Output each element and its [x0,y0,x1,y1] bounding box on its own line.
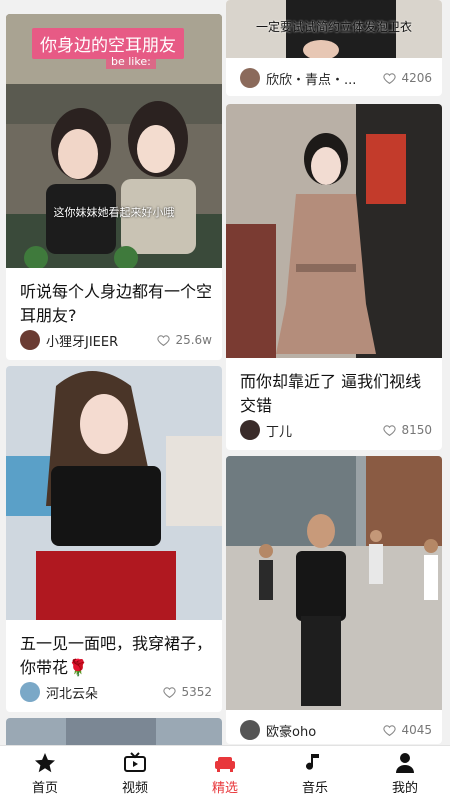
like-count[interactable]: 4206 [383,71,432,85]
card-meta: 丁儿 8150 [240,418,432,442]
like-count[interactable]: 5352 [163,685,212,699]
like-count-value: 25.6w [175,333,212,347]
overlay-subtitle: be like: [106,54,156,69]
video-card-4[interactable]: 五一见一面吧，我穿裙子，你带花🌹 河北云朵 5352 [6,366,222,712]
card-meta: 欣欣・青点・... 4206 [240,66,432,90]
avatar[interactable] [240,68,260,88]
avatar[interactable] [240,720,260,740]
heart-icon [383,72,397,84]
tab-featured[interactable]: 精选 [180,746,270,801]
video-thumbnail: 一定要试试简约立体发泡卫衣 [226,0,442,58]
like-count-value: 4206 [401,71,432,85]
feed: 你身边的空耳朋友 be like: 这你妹妹她看起来好小哦 听说每个人身边都有一… [0,0,450,745]
heart-icon [383,724,397,736]
video-card-5[interactable]: 欧豪oho 4045 [226,456,442,744]
avatar[interactable] [20,682,40,702]
like-count[interactable]: 8150 [383,423,432,437]
tab-label: 我的 [391,781,418,796]
tab-label: 音乐 [301,781,328,796]
video-overlay-text: 一定要试试简约立体发泡卫衣 [255,20,412,34]
video-card-2[interactable]: 一定要试试简约立体发泡卫衣 欣欣・青点・... 4206 [226,0,442,96]
avatar[interactable] [240,420,260,440]
tv-icon [124,752,146,772]
like-count-value: 8150 [401,423,432,437]
tab-video[interactable]: 视频 [90,746,180,801]
tab-music[interactable]: 音乐 [270,746,360,801]
card-meta: 河北云朵 5352 [20,680,212,704]
like-count-value: 4045 [401,723,432,737]
sofa-icon [215,757,235,772]
heart-icon [383,424,397,436]
card-meta: 小狸牙JIEER 25.6w [20,328,212,352]
tab-home[interactable]: 首页 [0,746,90,801]
tab-label: 视频 [121,781,148,796]
video-caption: 听说每个人身边都有一个空耳朋友? [20,282,213,325]
tab-label: 精选 [211,781,238,796]
author-name[interactable]: 欧豪oho [266,721,383,740]
video-card-3[interactable]: 而你却靠近了 逼我们视线交错 丁儿 8150 [226,104,442,450]
video-thumbnail [226,456,442,710]
heart-icon [163,686,177,698]
tab-mine[interactable]: 我的 [360,746,450,801]
video-thumbnail [6,718,222,745]
video-card-6[interactable] [6,718,222,745]
video-caption: 而你却靠近了 逼我们视线交错 [240,372,422,415]
music-note-icon [306,754,319,770]
person-icon [396,753,414,773]
author-name[interactable]: 小狸牙JIEER [46,331,157,350]
video-caption: 五一见一面吧，我穿裙子，你带花🌹 [20,634,213,677]
video-thumbnail: 你身边的空耳朋友 be like: 这你妹妹她看起来好小哦 [6,14,222,268]
author-name[interactable]: 河北云朵 [46,683,163,702]
avatar[interactable] [20,330,40,350]
like-count[interactable]: 4045 [383,723,432,737]
video-card-1[interactable]: 你身边的空耳朋友 be like: 这你妹妹她看起来好小哦 听说每个人身边都有一… [6,14,222,360]
video-subtitle: 这你妹妹她看起来好小哦 [53,206,175,219]
video-thumbnail [226,104,442,358]
author-name[interactable]: 丁儿 [266,421,383,440]
card-meta: 欧豪oho 4045 [240,718,432,742]
star-home-icon [35,753,55,773]
tab-label: 首页 [31,781,58,796]
like-count[interactable]: 25.6w [157,333,212,347]
heart-icon [157,334,171,346]
bottom-tab-bar: 首页 视频 精选 音乐 我的 [0,745,450,801]
video-thumbnail [6,366,222,620]
like-count-value: 5352 [181,685,212,699]
author-name[interactable]: 欣欣・青点・... [266,69,383,88]
